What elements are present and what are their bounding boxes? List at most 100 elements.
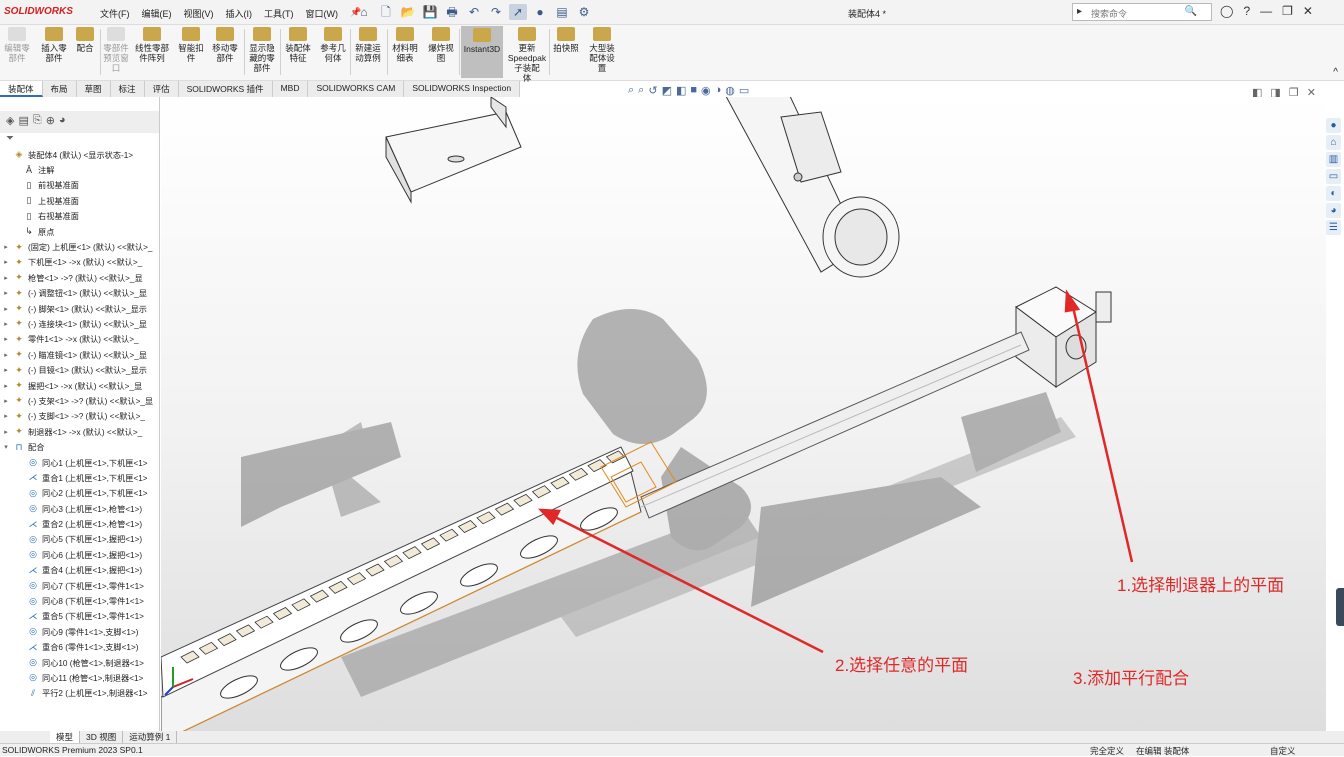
scene-icon[interactable]: ◍ — [725, 84, 735, 97]
tree-item[interactable]: ▸ ✦ (-) 瞄准镜<1> (默认) <<默认>_显 — [0, 347, 159, 362]
ribbon-button-9[interactable]: 参考几 何体 — [317, 27, 349, 63]
select-arrow-icon[interactable]: ➚ — [509, 4, 527, 20]
expand-icon[interactable]: ▸ — [0, 366, 12, 374]
menu-window[interactable]: 窗口(W) — [306, 7, 339, 20]
tree-item[interactable]: ⋌ 重合2 (上机匣<1>,枪管<1>) — [0, 516, 159, 531]
tree-item[interactable]: ▸ ✦ (-) 目镜<1> (默认) <<默认>_显示 — [0, 362, 159, 377]
menu-view[interactable]: 视图(V) — [184, 7, 214, 20]
ribbon-button-4[interactable]: 线性零部 件阵列 — [132, 27, 172, 63]
tree-item[interactable]: ▸ ✦ 下机匣<1> ->x (默认) <<默认>_ — [0, 255, 159, 270]
ribbon-button-8[interactable]: 装配体 特征 — [282, 27, 314, 63]
expand-icon[interactable]: ▸ — [0, 428, 12, 436]
expand-icon[interactable]: ▸ — [0, 320, 12, 328]
tree-item[interactable]: ◈ 装配体4 (默认) <显示状态-1> — [0, 147, 159, 162]
new-document-icon[interactable]: 🗋 — [377, 4, 395, 20]
view-settings-icon[interactable]: ▭ — [739, 84, 749, 97]
traffic-light-icon[interactable]: ● — [531, 4, 549, 20]
open-folder-icon[interactable]: 📂 — [399, 4, 417, 20]
tree-item[interactable]: ↳ 原点 — [0, 224, 159, 239]
expand-icon[interactable]: ▸ — [0, 335, 12, 343]
design-library-icon[interactable]: ⌂ — [1326, 135, 1341, 150]
tree-item[interactable]: ◎ 同心5 (下机匣<1>,握把<1>) — [0, 532, 159, 547]
tree-item[interactable]: ◎ 同心6 (上机匣<1>,握把<1>) — [0, 547, 159, 562]
custom-properties-icon[interactable]: ◕ — [1326, 203, 1341, 218]
tree-item[interactable]: ◎ 同心2 (上机匣<1>,下机匣<1> — [0, 486, 159, 501]
tree-item[interactable]: ⋌ 重合4 (上机匣<1>,握把<1>) — [0, 563, 159, 578]
tree-item[interactable]: ▸ ✦ (-) 调整钮<1> (默认) <<默认>_显 — [0, 286, 159, 301]
ribbon-button-12[interactable]: 爆炸视 图 — [425, 27, 457, 63]
tab-6[interactable]: MBD — [272, 81, 309, 97]
ribbon-button-3[interactable]: 零部件 预览窗 口 — [103, 27, 129, 73]
tree-item[interactable]: ▸ ✦ 枪管<1> ->? (默认) <<默认>_显 — [0, 270, 159, 285]
tree-item[interactable]: ▸ ✦ (-) 支架<1> ->? (默认) <<默认>_显 — [0, 393, 159, 408]
view-orientation-icon[interactable]: ◧ — [676, 84, 686, 97]
collapse-ribbon-icon[interactable]: ^ — [1333, 67, 1338, 78]
save-icon[interactable]: 💾 — [421, 4, 439, 20]
menu-edit[interactable]: 编辑(E) — [142, 7, 172, 20]
ribbon-button-0[interactable]: 编辑零 部件 — [2, 27, 32, 63]
tree-item[interactable]: ◎ 同心1 (上机匣<1>,下机匣<1> — [0, 455, 159, 470]
expand-icon[interactable]: ▸ — [0, 351, 12, 359]
minimize-icon[interactable]: — — [1260, 4, 1272, 18]
tab-model[interactable]: 模型 — [50, 731, 81, 743]
tree-item[interactable]: ◎ 同心3 (上机匣<1>,枪管<1>) — [0, 501, 159, 516]
tree-item[interactable]: ◎ 同心7 (下机匣<1>,零件1<1> — [0, 578, 159, 593]
dimxpert-tab-icon[interactable]: ⊕ — [46, 114, 55, 130]
tree-item[interactable]: ▸ ✦ 零件1<1> ->x (默认) <<默认>_ — [0, 332, 159, 347]
graphics-area[interactable]: 1.选择制退器上的平面 2.选择任意的平面 3.添加平行配合 — [161, 97, 1326, 731]
tab-0[interactable]: 装配体 — [0, 81, 43, 97]
expand-icon[interactable]: ▾ — [0, 443, 12, 451]
tab-8[interactable]: SOLIDWORKS Inspection — [404, 81, 521, 97]
side-panel-handle[interactable] — [1336, 588, 1344, 626]
expand-icon[interactable]: ▸ — [0, 305, 12, 313]
hide-show-icon[interactable]: ◉ — [701, 84, 711, 97]
ribbon-button-13[interactable]: Instant3D — [461, 26, 503, 78]
expand-icon[interactable]: ▸ — [0, 412, 12, 420]
view-palette-icon[interactable]: ▭ — [1326, 169, 1341, 184]
section-view-icon[interactable]: ◩ — [662, 84, 672, 97]
tree-item[interactable]: ▸ ✦ (-) 脚架<1> (默认) <<默认>_显示 — [0, 301, 159, 316]
ribbon-button-15[interactable]: 拍快照 — [551, 27, 581, 53]
tree-item[interactable]: ⋌ 重合1 (上机匣<1>,下机匣<1> — [0, 470, 159, 485]
configuration-manager-tab-icon[interactable]: ⎘ — [33, 114, 42, 130]
menu-insert[interactable]: 插入(I) — [226, 7, 253, 20]
display-style-icon[interactable]: ■ — [690, 84, 697, 97]
help-icon[interactable]: ? — [1243, 4, 1250, 18]
ribbon-button-14[interactable]: 更新 Speedpak 子装配 体 — [506, 27, 548, 83]
appearance-icon[interactable]: ◑ — [715, 84, 722, 97]
tree-item[interactable]: Ā 注解 — [0, 162, 159, 177]
menu-tools[interactable]: 工具(T) — [264, 7, 294, 20]
tree-item[interactable]: ▸ ✦ 制退器<1> ->x (默认) <<默认>_ — [0, 424, 159, 439]
ribbon-button-16[interactable]: 大型装 配体设 置 — [586, 27, 618, 73]
task-list-icon[interactable]: ☰ — [1326, 220, 1341, 235]
tree-item[interactable]: ▸ ✦ (固定) 上机匣<1> (默认) <<默认>_ — [0, 239, 159, 254]
tree-item[interactable]: ▯ 上视基准面 — [0, 193, 159, 208]
tab-1[interactable]: 布局 — [42, 81, 77, 97]
expand-icon[interactable]: ▸ — [0, 274, 12, 282]
appearances-icon[interactable]: ◐ — [1326, 186, 1341, 201]
tab-motion-study-1[interactable]: 运动算例 1 — [123, 731, 178, 743]
ribbon-button-7[interactable]: 显示隐 藏的零 部件 — [246, 27, 278, 73]
menu-file[interactable]: 文件(F) — [100, 7, 130, 20]
home-icon[interactable]: ⌂ — [355, 4, 373, 20]
tab-2[interactable]: 草图 — [76, 81, 111, 97]
filter-icon[interactable]: ⏷ — [0, 133, 159, 147]
ribbon-button-2[interactable]: 配合 — [72, 27, 98, 53]
user-icon[interactable]: ◯ — [1220, 4, 1233, 18]
search-commands-input[interactable]: ▸ 搜索命令 🔍 — [1072, 3, 1212, 21]
tree-item[interactable]: ⋌ 重合5 (下机匣<1>,零件1<1> — [0, 609, 159, 624]
close-icon[interactable]: ✕ — [1303, 4, 1313, 18]
tree-item[interactable]: ◎ 同心10 (枪管<1>,制退器<1> — [0, 655, 159, 670]
options-gear-icon[interactable]: ⚙ — [575, 4, 593, 20]
expand-icon[interactable]: ▸ — [0, 243, 12, 251]
solidworks-resources-icon[interactable]: ● — [1326, 118, 1341, 133]
expand-icon[interactable]: ▸ — [0, 289, 12, 297]
search-icon[interactable]: 🔍 — [1185, 6, 1197, 17]
tree-item[interactable]: ◎ 同心11 (枪管<1>,制退器<1> — [0, 670, 159, 685]
previous-view-icon[interactable]: ↺ — [648, 84, 657, 97]
tree-item[interactable]: ▸ ✦ (-) 连接块<1> (默认) <<默认>_显 — [0, 316, 159, 331]
tree-item[interactable]: ▯ 前视基准面 — [0, 178, 159, 193]
zoom-to-fit-icon[interactable]: ⌕ — [628, 84, 634, 97]
tree-item[interactable]: ▸ ✦ (-) 支脚<1> ->? (默认) <<默认>_ — [0, 409, 159, 424]
undo-icon[interactable]: ↶ — [465, 4, 483, 20]
